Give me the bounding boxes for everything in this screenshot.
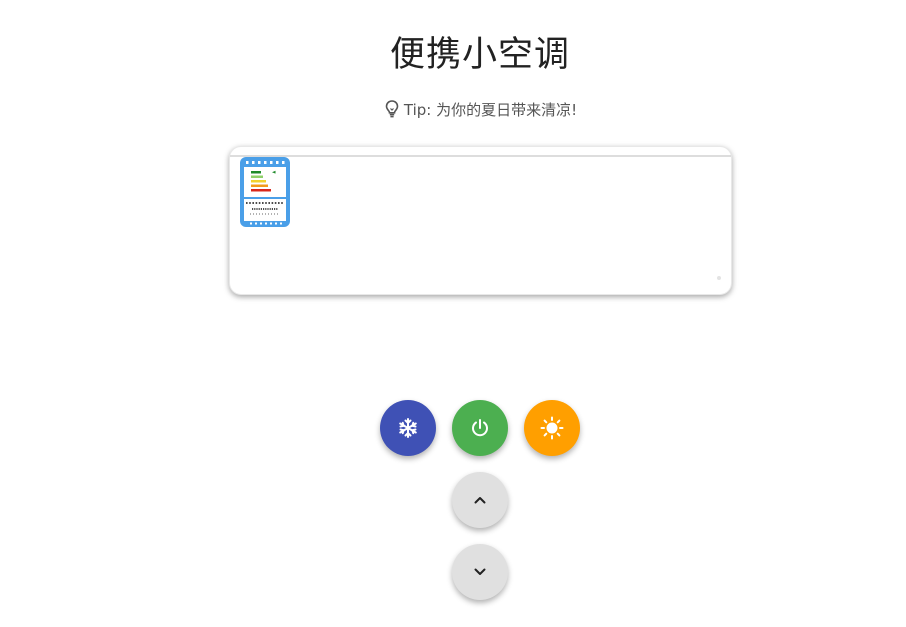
lightbulb-icon	[383, 99, 401, 119]
power-button[interactable]	[452, 400, 508, 456]
heat-mode-button[interactable]	[524, 400, 580, 456]
page: 便携小空调 Tip: 为你的夏日带来清凉!	[0, 0, 906, 627]
energy-label-icon	[240, 157, 290, 227]
temperature-up-button[interactable]	[452, 472, 508, 528]
page-title: 便携小空调	[389, 35, 570, 75]
temperature-down-button[interactable]	[452, 544, 508, 600]
chevron-up-icon	[472, 492, 488, 508]
ac-status-led	[717, 276, 721, 280]
chevron-down-icon	[472, 564, 488, 580]
ac-vent	[230, 155, 731, 157]
tip: Tip: 为你的夏日带来清凉!	[0, 99, 906, 120]
air-conditioner-unit	[229, 146, 732, 295]
tip-text: Tip: 为你的夏日带来清凉!	[403, 101, 578, 119]
sun-icon	[540, 416, 564, 440]
cool-mode-button[interactable]	[380, 400, 436, 456]
snowflake-icon	[397, 417, 419, 439]
power-icon	[469, 417, 491, 439]
